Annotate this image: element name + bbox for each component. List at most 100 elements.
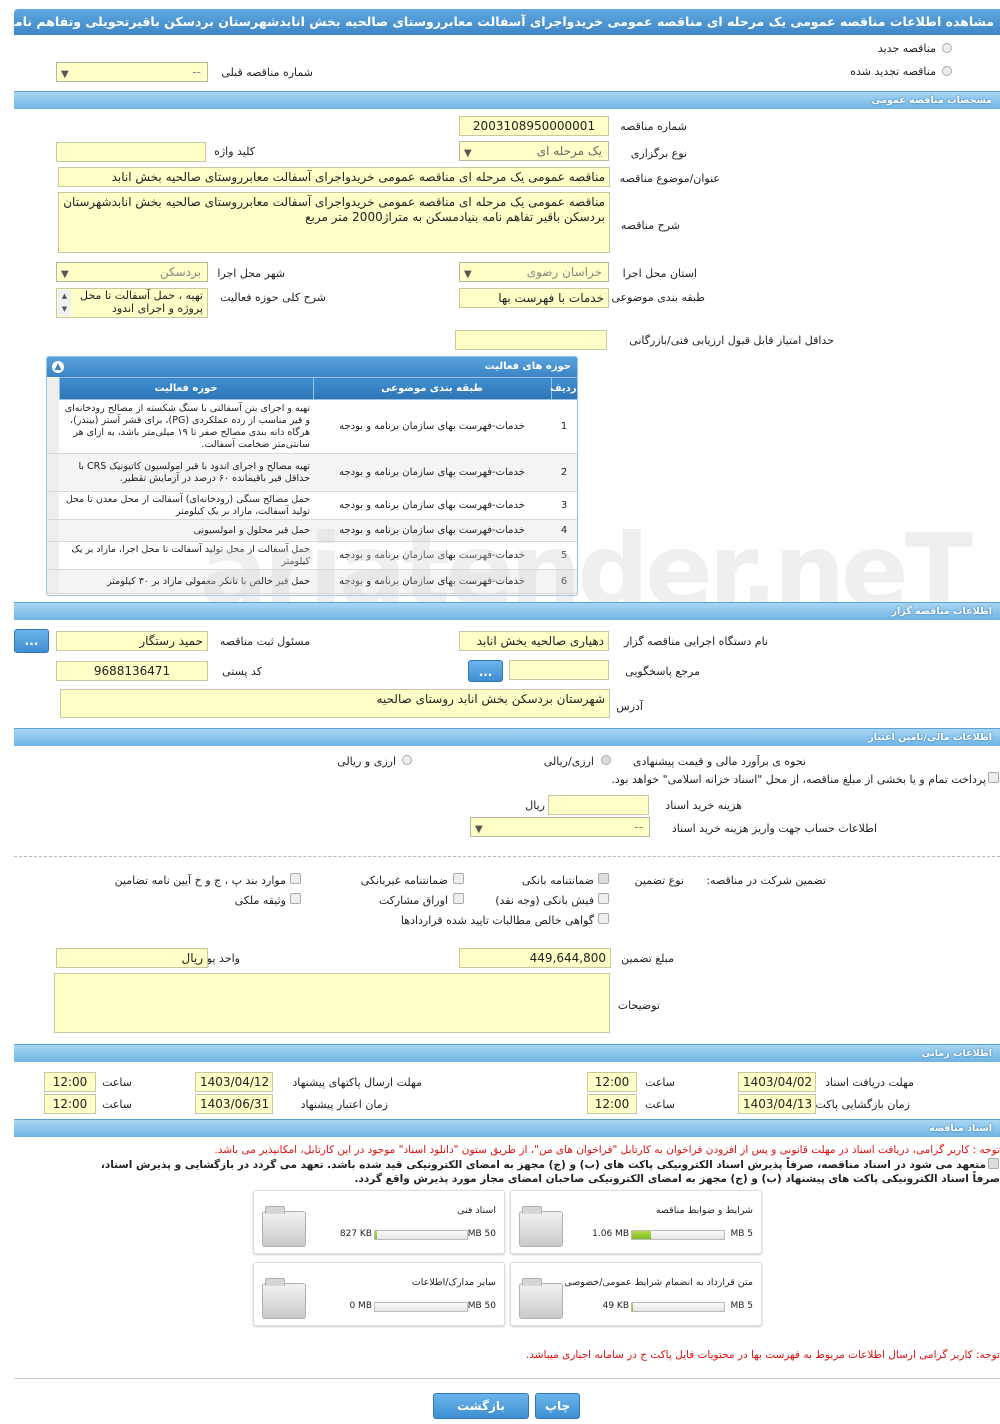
keyword-field[interactable] <box>56 142 206 162</box>
min-score-label: حداقل امتیاز قابل قبول ارزیابی فنی/بازرگ… <box>629 334 834 347</box>
scroll-gutter[interactable] <box>47 519 59 542</box>
subject-field[interactable]: مناقصه عمومی یک مرحله ای مناقصه عمومی خر… <box>58 167 610 187</box>
doc-cost-field[interactable] <box>548 795 649 815</box>
send-deadline-label: مهلت ارسال پاکتهای پیشنهاد <box>292 1076 422 1089</box>
province-select[interactable]: ▼ خراسان رضوی <box>459 262 609 282</box>
g-nonbank-checkbox[interactable] <box>453 873 464 884</box>
collapse-icon[interactable]: ▲ <box>52 361 64 373</box>
tender-number-label: شماره مناقصه <box>620 120 687 133</box>
amount-field[interactable]: 449,644,800 <box>459 948 611 968</box>
tender-number-field[interactable]: 2003108950000001 <box>459 116 609 136</box>
account-select[interactable]: ▼ -- <box>470 817 650 837</box>
address-field[interactable]: شهرستان بردسکن بخش انابد روستای صالحیه <box>60 689 610 718</box>
doc-file-max: 50 MB <box>467 1301 496 1311</box>
category-label: طبقه بندی موضوعی <box>611 291 705 304</box>
doc-file-size: 0 MB <box>349 1301 372 1311</box>
table-row: 2 خدمات-فهرست بهای سازمان برنامه و بودجه ت… <box>47 453 577 492</box>
opening-date-field[interactable]: 1403/04/13 <box>738 1094 816 1114</box>
send-time-label: ساعت <box>102 1076 132 1089</box>
estimation-opt2-radio[interactable] <box>402 755 412 765</box>
doc-file-progress-fill <box>632 1231 652 1239</box>
scroll-gutter[interactable] <box>47 453 59 492</box>
renewed-tender-radio[interactable] <box>942 66 952 76</box>
col-row: ردیف <box>550 377 577 400</box>
receive-time-field[interactable]: 12:00 <box>587 1072 637 1092</box>
prev-tender-select[interactable]: ▼ -- <box>56 62 208 82</box>
validity-time-field[interactable]: 12:00 <box>44 1094 96 1114</box>
col-category: طبقه بندی موضوعی <box>312 377 552 400</box>
g-cash-checkbox[interactable] <box>598 893 609 904</box>
doc-file-card[interactable]: شرایط و ضوابط مناقصه 5 MB 1.06 MB <box>510 1190 762 1254</box>
g-nonbank-label: ضمانتنامه غیربانکی <box>360 874 448 887</box>
responsible-lookup-button[interactable]: ... <box>14 629 49 653</box>
g-claims-checkbox[interactable] <box>598 913 609 924</box>
executor-field[interactable]: دهیاری صالحیه بخش انابد <box>459 631 609 651</box>
reference-field[interactable] <box>509 660 609 680</box>
currency-field[interactable]: ریال <box>56 948 208 968</box>
estimation-opt1-radio[interactable] <box>601 755 611 765</box>
receive-date-field[interactable]: 1403/04/02 <box>738 1072 816 1092</box>
treasury-checkbox[interactable] <box>988 772 999 783</box>
doc-file-card[interactable]: اسناد فنی 50 MB 827 KB <box>253 1190 505 1254</box>
scroll-gutter[interactable] <box>47 541 59 570</box>
doc-file-card[interactable]: سایر مدارک/اطلاعات 50 MB 0 MB <box>253 1262 505 1326</box>
validity-date-field[interactable]: 1403/06/31 <box>195 1094 273 1114</box>
holding-type-value: یک مرحله ای <box>536 144 602 158</box>
scroll-gutter[interactable] <box>47 399 59 454</box>
g-items-checkbox[interactable] <box>290 873 301 884</box>
opening-label: زمان بازگشایی پاکت ها <box>802 1098 910 1111</box>
folder-icon <box>519 1206 563 1247</box>
g-bonds-checkbox[interactable] <box>453 893 464 904</box>
executor-label: نام دستگاه اجرایی مناقصه گزار <box>624 635 768 648</box>
city-value: بردسکن <box>159 265 201 279</box>
doc-file-size: 49 KB <box>602 1301 629 1311</box>
renewed-tender-label: مناقصه تجدید شده <box>850 65 936 78</box>
treasury-text: پرداخت تمام و یا بخشی از مبلغ مناقصه، از… <box>611 773 986 786</box>
send-date-field[interactable]: 1403/04/12 <box>195 1072 273 1092</box>
scope-field[interactable]: تهیه ، حمل آسفالت تا محل پروژه و اجرای ا… <box>56 288 208 318</box>
validity-label: زمان اعتبار پیشنهاد <box>300 1098 388 1111</box>
commitment-checkbox[interactable] <box>988 1158 999 1169</box>
scope-scrollbar[interactable]: ▲ ▼ <box>58 290 71 316</box>
holding-type-select[interactable]: ▼ یک مرحله ای <box>459 141 609 161</box>
description-field[interactable]: مناقصه عمومی یک مرحله ای مناقصه عمومی خر… <box>58 192 610 253</box>
scope-label: شرح کلی حوزه فعالیت <box>220 291 326 304</box>
scroll-gutter[interactable] <box>47 569 59 594</box>
g-bank-checkbox[interactable] <box>598 873 609 884</box>
doc-cost-label: هزینه خرید اسناد <box>665 799 742 812</box>
scroll-gutter[interactable] <box>47 491 59 520</box>
receive-time-label: ساعت <box>645 1076 675 1089</box>
category-field[interactable]: خدمات با فهرست بها <box>459 288 609 308</box>
min-score-field[interactable] <box>455 330 607 350</box>
doc-file-progress <box>374 1302 468 1312</box>
new-tender-radio[interactable] <box>942 43 952 53</box>
g-cash-label: فیش بانکی (وجه نقد) <box>495 894 594 907</box>
doc-file-progress-fill <box>375 1231 377 1239</box>
account-value: -- <box>634 820 643 834</box>
g-property-checkbox[interactable] <box>290 893 301 904</box>
doc-file-progress <box>374 1230 468 1240</box>
city-select[interactable]: ▼ بردسکن <box>56 262 208 282</box>
doc-cost-unit: ریال <box>525 799 545 812</box>
chevron-down-icon: ▼ <box>475 824 483 835</box>
scope-cell: تهیه مصالح و اجرای اندود با قیر امولسیون… <box>59 453 313 492</box>
guarantee-label: تضمین شرکت در مناقصه: <box>706 874 826 887</box>
back-button[interactable]: بازگشت <box>433 1393 529 1419</box>
validity-time-label: ساعت <box>102 1098 132 1111</box>
responsible-field[interactable]: حمید رستگار <box>56 631 208 651</box>
notes-field[interactable] <box>54 973 610 1033</box>
section-finance: اطلاعات مالی/تامین اعتبار <box>14 728 1000 746</box>
reference-lookup-button[interactable]: ... <box>468 660 503 682</box>
scope-cell: تهیه و اجرای بتن آسفالتی با سنگ شکسته از… <box>59 399 313 454</box>
opening-time-field[interactable]: 12:00 <box>587 1094 637 1114</box>
doc-file-max: 5 MB <box>730 1229 753 1239</box>
doc-file-card[interactable]: متن قرارداد به انضمام شرایط عمومی/خصوصی … <box>510 1262 762 1326</box>
postal-code-field[interactable]: 9688136471 <box>56 661 208 681</box>
chevron-down-icon: ▼ <box>61 69 69 80</box>
reference-label: مرجع پاسخگویی <box>625 665 700 678</box>
doc-file-name: شرایط و ضوابط مناقصه <box>655 1205 753 1216</box>
doc-file-progress-fill <box>632 1303 633 1311</box>
category-cell: خدمات-فهرست بهای سازمان برنامه و بودجه <box>313 399 551 454</box>
print-button[interactable]: چاپ <box>535 1393 580 1419</box>
send-time-field[interactable]: 12:00 <box>44 1072 96 1092</box>
